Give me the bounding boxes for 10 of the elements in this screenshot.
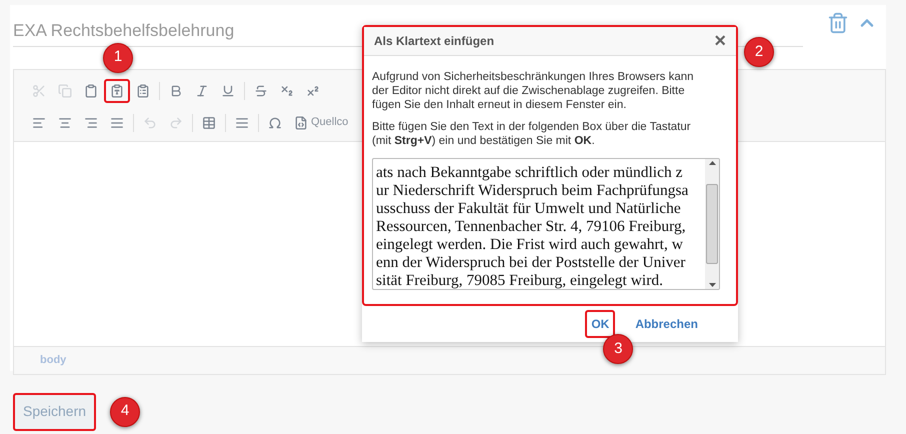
textarea-line: ur Niederschrift Widerspruch beim Fachprüfungsa — [376, 182, 690, 200]
textarea-line: Ressourcen, Tennenbacher Str. 4, 79106 Freiburg, — [376, 218, 687, 236]
textarea-line: sität Freiburg, 79085 Freiburg, eingelegt wird. — [376, 272, 664, 289]
textarea-line: enn der Widerspruch bei der Poststelle der Univer — [376, 254, 686, 272]
textarea-line: usschuss der Fakultät für Umwelt und Natürliche — [376, 200, 682, 218]
annotation-number: 4 — [110, 396, 140, 426]
textarea-line: eingelegt werden. Die Frist wird auch gewahrt, w — [376, 236, 684, 254]
textarea-line: ats nach Bekanntgabe schriftlich oder mündlich z — [376, 164, 684, 182]
dialog-paragraph: Aufgrund von Sicherheitsbeschränkungen Ihres Browsers kann der Editor nicht direkt auf die Zwischenablage zugreifen. Bitte fügen Sie den Inhalt erneut in diesem Fenster ein. — [372, 70, 695, 112]
dialog-paragraph: Bitte fügen Sie den Text in der folgenden Box über die Tastatur (mit Strg+V) ein und bestätigen Sie mit OK. — [372, 120, 692, 148]
